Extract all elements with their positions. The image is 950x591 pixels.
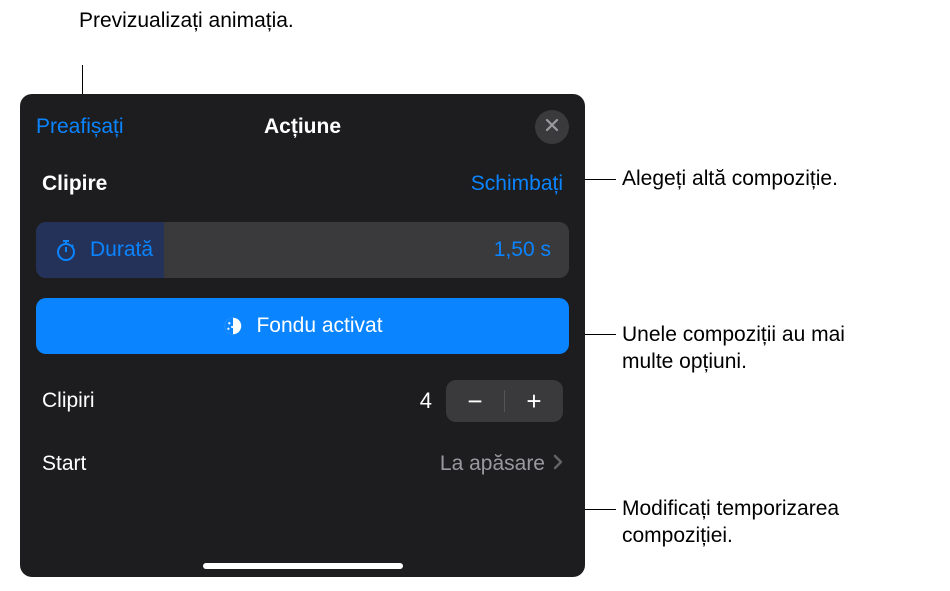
close-button[interactable] [535,110,569,144]
callout-line [584,334,616,335]
panel-title: Acțiune [264,115,341,139]
action-panel: Preafișați Acțiune Clipire Schimbați [20,94,585,577]
start-value-button[interactable]: La apăsare [440,452,563,476]
plus-icon: + [526,386,541,417]
start-label: Start [42,452,86,476]
duration-label: Durată [90,238,153,262]
chevron-right-icon [553,454,563,475]
blinks-row: Clipiri 4 − + [36,380,569,422]
minus-icon: − [467,386,482,417]
effect-name-label: Clipire [42,172,107,196]
blinks-stepper: − + [446,380,563,422]
callout-choose: Alegeți altă compoziție. [622,165,838,192]
preview-button[interactable]: Preafișați [36,115,124,139]
start-value: La apăsare [440,452,545,476]
fade-toggle-label: Fondu activat [256,314,382,338]
fade-toggle-button[interactable]: Fondu activat [36,298,569,354]
stopwatch-icon [54,238,78,262]
callout-preview: Previzualizați animația. [79,7,299,34]
effect-section-row: Clipire Schimbați [36,172,569,196]
duration-value: 1,50 s [494,238,551,262]
blinks-value: 4 [420,388,432,414]
callout-timing: Modificați temporizarea compoziției. [622,495,902,550]
start-row[interactable]: Start La apăsare [36,452,569,476]
duration-slider[interactable]: Durată 1,50 s [36,222,569,278]
callout-options: Unele compoziții au mai multe opțiuni. [622,321,882,376]
stepper-plus-button[interactable]: + [505,380,563,422]
close-icon [545,118,559,137]
panel-header: Preafișați Acțiune [36,108,569,146]
stepper-minus-button[interactable]: − [446,380,504,422]
change-effect-button[interactable]: Schimbați [471,172,563,196]
fade-icon [222,315,244,337]
home-indicator [203,563,403,569]
blinks-label: Clipiri [42,389,95,413]
